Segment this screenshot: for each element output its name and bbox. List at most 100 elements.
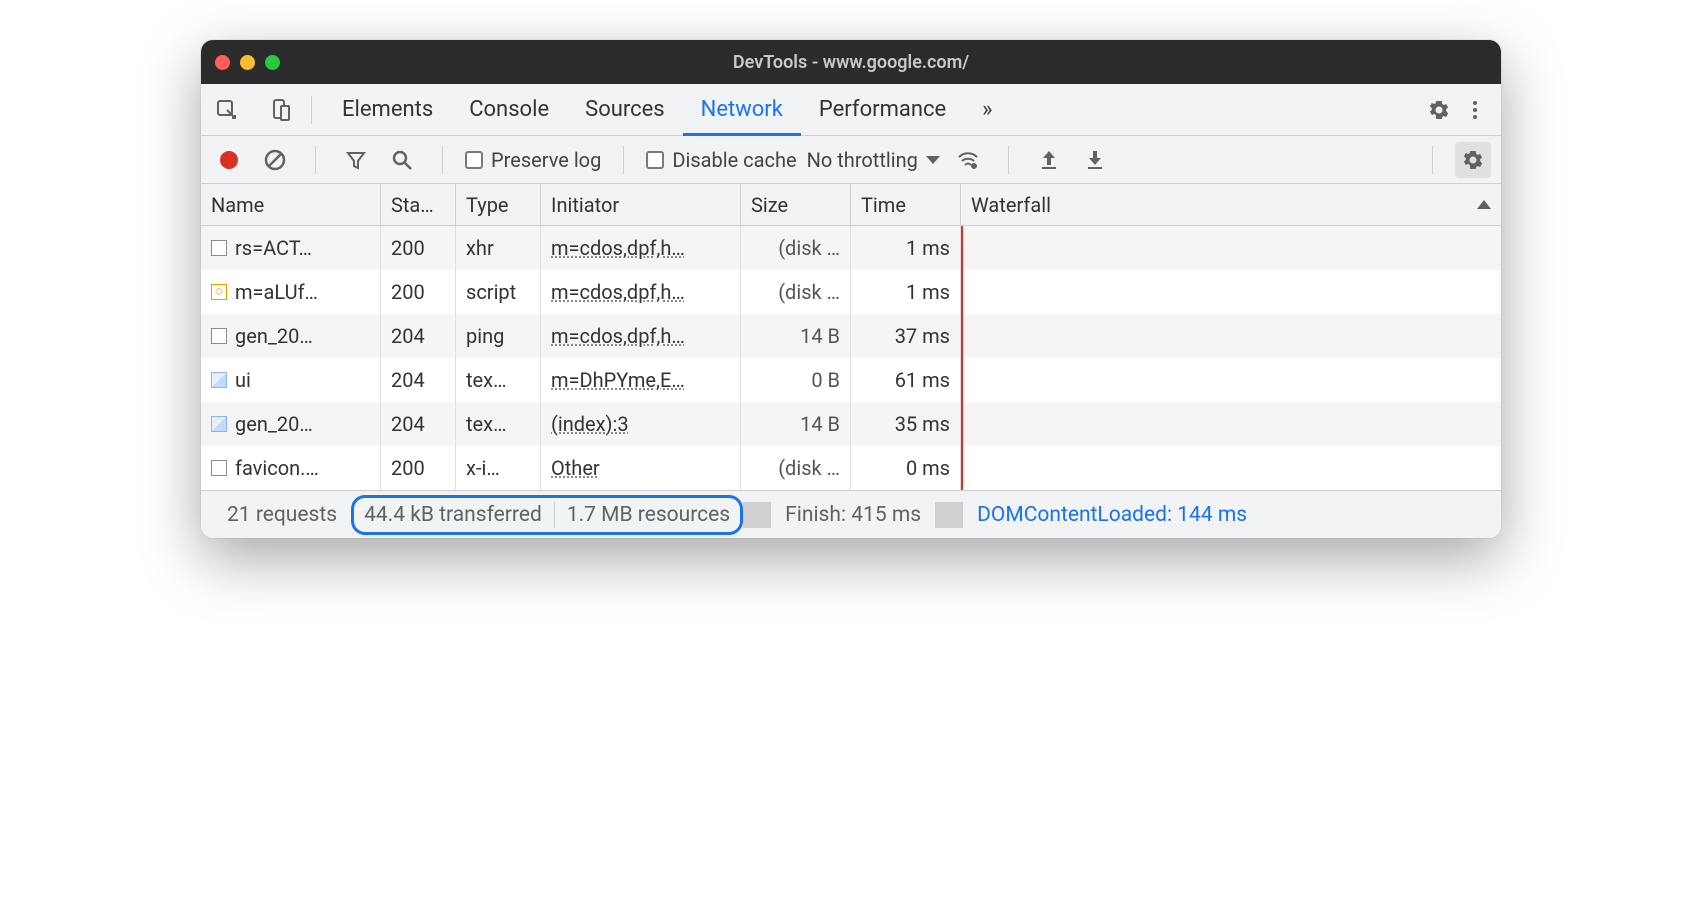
tab-performance[interactable]: Performance <box>801 84 964 136</box>
network-conditions-icon[interactable] <box>950 142 986 178</box>
tab-console[interactable]: Console <box>451 84 567 136</box>
request-type: x-i… <box>456 446 541 490</box>
request-size: (disk … <box>741 226 851 270</box>
doc-file-icon <box>211 328 227 344</box>
request-time: 37 ms <box>851 314 961 358</box>
col-type[interactable]: Type <box>456 184 541 225</box>
preserve-log-checkbox[interactable]: Preserve log <box>465 148 601 172</box>
request-status: 200 <box>381 226 456 270</box>
col-status[interactable]: Sta… <box>381 184 456 225</box>
divider <box>1432 146 1433 174</box>
filter-icon[interactable] <box>338 142 374 178</box>
request-type: script <box>456 270 541 314</box>
upload-har-icon[interactable] <box>1031 142 1067 178</box>
minimize-window-button[interactable] <box>240 55 255 70</box>
clear-icon[interactable] <box>257 142 293 178</box>
window-controls <box>215 55 280 70</box>
maximize-window-button[interactable] <box>265 55 280 70</box>
table-row[interactable]: m=aLUf… 200script m=cdos,dpf,h… (disk …1 ms <box>201 270 1501 314</box>
request-type: tex… <box>456 402 541 446</box>
col-time[interactable]: Time <box>851 184 961 225</box>
col-size[interactable]: Size <box>741 184 851 225</box>
request-name: favicon.… <box>235 456 319 480</box>
table-row[interactable]: ui 204tex… m=DhPYme,E… 0 B61 ms <box>201 358 1501 402</box>
more-menu-icon[interactable] <box>1457 92 1493 128</box>
chevron-down-icon <box>926 156 940 164</box>
inspect-element-icon[interactable] <box>209 92 245 128</box>
request-status: 204 <box>381 314 456 358</box>
request-name: rs=ACT… <box>235 236 312 260</box>
window-title: DevTools - www.google.com/ <box>201 52 1501 73</box>
network-toolbar: Preserve log Disable cache No throttling <box>201 136 1501 184</box>
record-button[interactable] <box>211 142 247 178</box>
request-size: 14 B <box>741 402 851 446</box>
request-name: gen_20… <box>235 324 313 348</box>
devtools-window: DevTools - www.google.com/ Elements Cons… <box>201 40 1501 538</box>
request-time: 1 ms <box>851 226 961 270</box>
image-file-icon <box>211 372 227 388</box>
request-status: 200 <box>381 446 456 490</box>
request-status: 200 <box>381 270 456 314</box>
table-header: Name Sta… Type Initiator Size Time Water… <box>201 184 1501 226</box>
col-initiator[interactable]: Initiator <box>541 184 741 225</box>
table-body: rs=ACT…200xhrm=cdos,dpf,h…(disk …1 msm=a… <box>201 226 1501 490</box>
col-waterfall[interactable]: Waterfall <box>961 184 1501 225</box>
request-initiator-link[interactable]: m=cdos,dpf,h… <box>551 324 685 348</box>
request-size: 0 B <box>741 358 851 402</box>
request-status: 204 <box>381 402 456 446</box>
image-file-icon <box>211 416 227 432</box>
tab-overflow[interactable]: » <box>964 84 1010 136</box>
request-type: ping <box>456 314 541 358</box>
network-settings-gear-icon[interactable] <box>1455 142 1491 178</box>
request-time: 0 ms <box>851 446 961 490</box>
request-name: m=aLUf… <box>235 280 318 304</box>
request-type: xhr <box>456 226 541 270</box>
close-window-button[interactable] <box>215 55 230 70</box>
request-status: 204 <box>381 358 456 402</box>
search-icon[interactable] <box>384 142 420 178</box>
titlebar: DevTools - www.google.com/ <box>201 40 1501 84</box>
request-name: gen_20… <box>235 412 313 436</box>
request-size: (disk … <box>741 270 851 314</box>
request-size: (disk … <box>741 446 851 490</box>
status-finish: Finish: 415 ms <box>771 503 935 527</box>
script-file-icon <box>211 284 227 300</box>
table-row[interactable]: favicon.… 200x-i… Other (disk …0 ms <box>201 446 1501 490</box>
download-har-icon[interactable] <box>1077 142 1113 178</box>
request-initiator-link[interactable]: (index):3 <box>551 412 629 436</box>
divider <box>1008 146 1009 174</box>
col-name[interactable]: Name <box>201 184 381 225</box>
request-time: 1 ms <box>851 270 961 314</box>
request-initiator-link[interactable]: m=DhPYme,E… <box>551 368 685 392</box>
divider <box>442 146 443 174</box>
settings-gear-icon[interactable] <box>1421 92 1457 128</box>
divider <box>623 146 624 174</box>
disable-cache-checkbox[interactable]: Disable cache <box>646 148 796 172</box>
request-name: ui <box>235 368 251 392</box>
device-toolbar-icon[interactable] <box>263 92 299 128</box>
status-bar: 21 requests 44.4 kB transferred 1.7 MB r… <box>201 490 1501 538</box>
request-time: 35 ms <box>851 402 961 446</box>
highlighted-transfer-summary: 44.4 kB transferred 1.7 MB resources <box>351 495 743 535</box>
divider <box>315 146 316 174</box>
status-requests: 21 requests <box>213 503 351 527</box>
request-initiator-link[interactable]: Other <box>551 456 600 480</box>
request-initiator-link[interactable]: m=cdos,dpf,h… <box>551 236 685 260</box>
status-resources: 1.7 MB resources <box>567 503 730 527</box>
status-transferred: 44.4 kB transferred <box>364 503 542 527</box>
doc-file-icon <box>211 240 227 256</box>
table-row[interactable]: gen_20… 204tex… (index):3 14 B35 ms <box>201 402 1501 446</box>
tab-network[interactable]: Network <box>683 84 801 136</box>
table-row[interactable]: rs=ACT… 200xhr m=cdos,dpf,h… (disk …1 ms <box>201 226 1501 270</box>
request-time: 61 ms <box>851 358 961 402</box>
request-type: tex… <box>456 358 541 402</box>
request-size: 14 B <box>741 314 851 358</box>
status-domcontentloaded: DOMContentLoaded: 144 ms <box>963 503 1261 527</box>
request-initiator-link[interactable]: m=cdos,dpf,h… <box>551 280 685 304</box>
throttling-select[interactable]: No throttling <box>807 148 940 172</box>
tab-sources[interactable]: Sources <box>567 84 683 136</box>
tab-elements[interactable]: Elements <box>324 84 451 136</box>
devtools-tabbar: Elements Console Sources Network Perform… <box>201 84 1501 136</box>
divider <box>311 96 312 124</box>
table-row[interactable]: gen_20… 204ping m=cdos,dpf,h… 14 B37 ms <box>201 314 1501 358</box>
